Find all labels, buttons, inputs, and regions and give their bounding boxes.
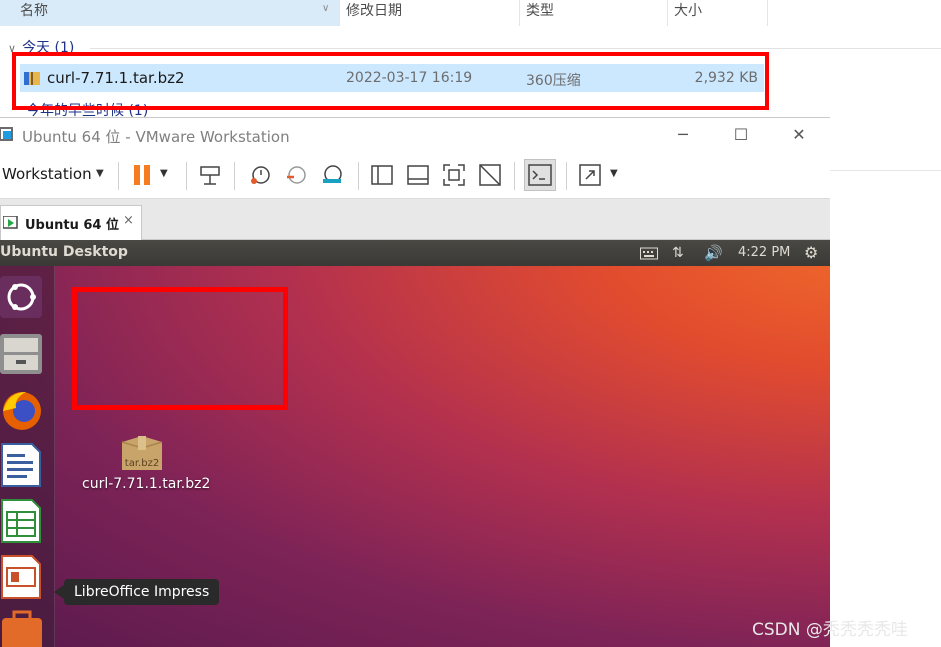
tooltip-arrow bbox=[54, 585, 64, 599]
stretch-icon[interactable] bbox=[578, 163, 602, 187]
caret-down-icon[interactable]: ▼ bbox=[96, 168, 104, 179]
toolbar-separator bbox=[234, 162, 235, 190]
volume-icon[interactable]: 🔊 bbox=[704, 244, 723, 262]
terminal-button[interactable] bbox=[524, 159, 556, 191]
unity-icon[interactable] bbox=[478, 163, 502, 187]
files-icon[interactable] bbox=[0, 328, 44, 378]
toolbar-separator bbox=[186, 162, 187, 190]
archive-badge: tar.bz2 bbox=[125, 458, 159, 469]
vm-running-icon bbox=[3, 216, 18, 229]
send-keys-icon[interactable] bbox=[198, 163, 222, 187]
group-divider bbox=[90, 48, 941, 49]
software-icon[interactable] bbox=[0, 608, 44, 647]
watermark: CSDN @秃秃秃秃哇 bbox=[752, 620, 908, 640]
toolbar-separator bbox=[514, 162, 515, 190]
window-title: Ubuntu 64 位 - VMware Workstation bbox=[22, 128, 290, 146]
calc-icon[interactable] bbox=[0, 496, 44, 546]
toolbar-separator bbox=[566, 162, 567, 190]
sidebar-icon[interactable] bbox=[370, 163, 394, 187]
tab-label: Ubuntu 64 位 bbox=[25, 218, 119, 233]
desktop-icon-label[interactable]: curl-7.71.1.tar.bz2 bbox=[82, 476, 210, 492]
panel-title: Ubuntu Desktop bbox=[0, 244, 128, 260]
column-header-date[interactable]: 修改日期 bbox=[340, 0, 520, 26]
tab-bar: Ubuntu 64 位 × bbox=[0, 199, 830, 240]
pause-icon[interactable] bbox=[130, 163, 154, 187]
annotation-highlight-box bbox=[12, 52, 769, 110]
column-header-name[interactable]: 名称 bbox=[0, 0, 340, 26]
snapshot-manager-icon[interactable] bbox=[320, 163, 344, 187]
gear-icon[interactable]: ⚙ bbox=[804, 243, 818, 262]
console-icon[interactable] bbox=[406, 163, 430, 187]
sort-chevron-icon[interactable]: ∨ bbox=[322, 3, 329, 14]
clock[interactable]: 4:22 PM bbox=[738, 245, 790, 260]
keyboard-icon[interactable] bbox=[640, 246, 658, 260]
fullscreen-icon[interactable] bbox=[442, 163, 466, 187]
maximize-button[interactable]: ☐ bbox=[712, 118, 770, 152]
launcher bbox=[0, 266, 55, 647]
terminal-icon bbox=[528, 164, 552, 186]
workstation-menu[interactable]: Workstation bbox=[2, 165, 92, 183]
divider bbox=[830, 170, 941, 171]
vmware-logo-icon bbox=[0, 127, 13, 141]
annotation-highlight-box bbox=[72, 287, 288, 410]
toolbar: Workstation ▼ ▼ ▼ bbox=[0, 152, 830, 199]
caret-down-icon[interactable]: ▼ bbox=[610, 168, 618, 179]
tab-close-icon[interactable]: × bbox=[123, 213, 134, 228]
title-bar[interactable]: Ubuntu 64 位 - VMware Workstation ─ ☐ ✕ bbox=[0, 118, 830, 152]
minimize-button[interactable]: ─ bbox=[654, 118, 712, 152]
close-button[interactable]: ✕ bbox=[770, 118, 828, 152]
archive-icon[interactable]: tar.bz2 bbox=[118, 434, 166, 474]
writer-icon[interactable] bbox=[0, 440, 44, 490]
dash-icon[interactable] bbox=[0, 272, 44, 322]
snapshot-icon[interactable] bbox=[248, 163, 272, 187]
caret-down-icon[interactable]: ▼ bbox=[160, 168, 168, 179]
tab-ubuntu[interactable]: Ubuntu 64 位 × bbox=[0, 205, 142, 240]
column-header-size[interactable]: 大小 bbox=[668, 0, 768, 26]
firefox-icon[interactable] bbox=[0, 384, 44, 434]
toolbar-separator bbox=[358, 162, 359, 190]
launcher-tooltip: LibreOffice Impress bbox=[64, 579, 220, 605]
revert-icon[interactable] bbox=[284, 163, 308, 187]
column-header-type[interactable]: 类型 bbox=[520, 0, 668, 26]
impress-icon[interactable] bbox=[0, 552, 44, 602]
network-icon[interactable]: ⇅ bbox=[672, 245, 684, 261]
toolbar-separator bbox=[118, 162, 119, 190]
top-panel: Ubuntu Desktop ⇅ 🔊 4:22 PM ⚙ bbox=[0, 240, 830, 266]
